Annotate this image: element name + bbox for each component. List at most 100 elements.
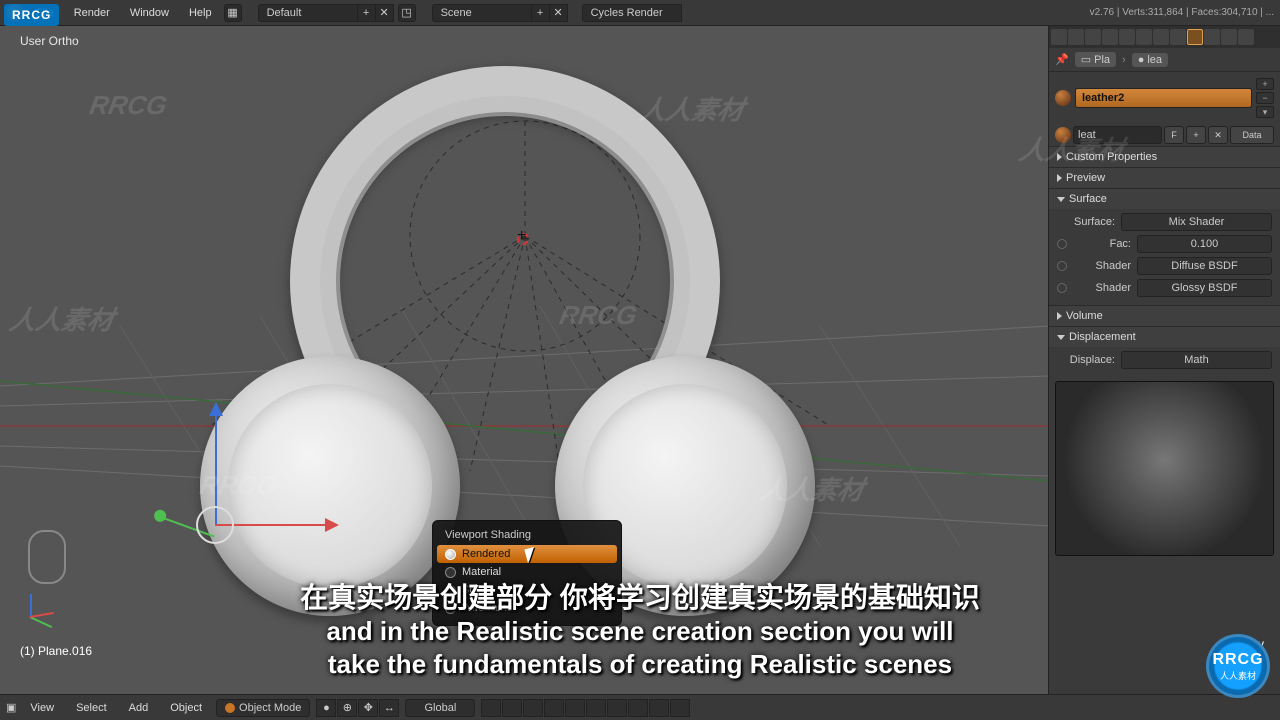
fac-value-field[interactable]: 0.100 xyxy=(1137,235,1272,253)
layer-button[interactable] xyxy=(523,699,543,717)
prop-tab-data-icon[interactable] xyxy=(1170,29,1186,45)
section-surface-header[interactable]: Surface xyxy=(1049,189,1280,209)
section-title: Displacement xyxy=(1069,331,1136,343)
input-socket-icon[interactable] xyxy=(1057,261,1067,271)
shading-option-wireframe[interactable]: Wireframe xyxy=(437,599,617,617)
prop-tab-object-icon[interactable] xyxy=(1119,29,1135,45)
menu-object[interactable]: Object xyxy=(162,702,210,714)
pin-icon[interactable]: 📌 xyxy=(1055,53,1069,66)
section-title: Surface xyxy=(1069,193,1107,205)
manipulator-toggle-icon[interactable]: ✥ xyxy=(358,699,378,717)
menu-select[interactable]: Select xyxy=(68,702,115,714)
layer-button[interactable] xyxy=(544,699,564,717)
displace-selector[interactable]: Math xyxy=(1121,351,1272,369)
section-volume[interactable]: Volume xyxy=(1049,305,1280,326)
prop-tab-texture-icon[interactable] xyxy=(1204,29,1220,45)
properties-tab-strip[interactable] xyxy=(1049,26,1280,48)
layer-button[interactable] xyxy=(670,699,690,717)
object-mode-icon xyxy=(225,703,235,713)
material-unlink[interactable]: ✕ xyxy=(1208,126,1228,144)
prop-tab-layers-icon[interactable] xyxy=(1068,29,1084,45)
screen-layout-selector[interactable]: Default + ✕ xyxy=(258,4,394,22)
properties-panel: 📌 ▭ Pla › ● lea leather2 + − ▾ leat F + … xyxy=(1048,26,1280,694)
shader1-label: Shader xyxy=(1073,260,1131,272)
menu-render[interactable]: Render xyxy=(66,7,118,19)
viewport-header: ▣ View Select Add Object Object Mode ● ⊕… xyxy=(0,694,1280,720)
mouse-cursor-icon xyxy=(526,548,540,566)
input-socket-icon[interactable] xyxy=(1057,239,1067,249)
pivot-icon[interactable]: ⊕ xyxy=(337,699,357,717)
corner-logo-text: RRCG xyxy=(1212,651,1263,669)
shader1-selector[interactable]: Diffuse BSDF xyxy=(1137,257,1272,275)
prop-tab-scene-icon[interactable] xyxy=(1085,29,1101,45)
layer-button[interactable] xyxy=(481,699,501,717)
scene-icon[interactable]: ◳ xyxy=(398,4,416,22)
shading-option-label: Wireframe xyxy=(462,602,513,614)
prop-tab-physics-icon[interactable] xyxy=(1238,29,1254,45)
screen-layout-icon[interactable]: ▦ xyxy=(224,4,242,22)
breadcrumb-material[interactable]: ● lea xyxy=(1132,53,1168,67)
shading-option-label: Rendered xyxy=(462,548,510,560)
material-fake-user[interactable]: F xyxy=(1164,126,1184,144)
viewport-shading-menu[interactable]: Viewport Shading Rendered Material Solid… xyxy=(432,520,622,626)
section-displacement: Displacement Displace: Math xyxy=(1049,326,1280,377)
section-preview[interactable]: Preview xyxy=(1049,167,1280,188)
shading-pivot-icons[interactable]: ● ⊕ ✥ ↔ xyxy=(316,699,399,717)
shading-mode-icon[interactable]: ● xyxy=(316,699,336,717)
screen-layout-field[interactable]: Default xyxy=(258,4,358,22)
manipulator-translate-icon[interactable]: ↔ xyxy=(379,699,399,717)
editor-type-icon[interactable]: ▣ xyxy=(6,701,16,714)
section-displacement-header[interactable]: Displacement xyxy=(1049,327,1280,347)
material-icon[interactable] xyxy=(1055,127,1071,143)
material-slot-menu[interactable]: ▾ xyxy=(1256,106,1274,118)
shading-option-label: Material xyxy=(462,566,501,578)
shading-option-solid[interactable]: Solid xyxy=(437,581,617,599)
material-slot-remove[interactable]: − xyxy=(1256,92,1274,104)
material-preview-icon xyxy=(1055,90,1071,106)
breadcrumb-object[interactable]: ▭ Pla xyxy=(1075,52,1116,67)
layer-button[interactable] xyxy=(649,699,669,717)
layer-button[interactable] xyxy=(607,699,627,717)
screen-layout-add[interactable]: + xyxy=(358,4,376,22)
prop-tab-material-icon[interactable] xyxy=(1187,29,1203,45)
input-socket-icon[interactable] xyxy=(1057,283,1067,293)
prop-tab-render-icon[interactable] xyxy=(1051,29,1067,45)
screen-layout-remove[interactable]: ✕ xyxy=(376,4,394,22)
layer-button[interactable] xyxy=(628,699,648,717)
material-slot-add[interactable]: + xyxy=(1256,78,1274,90)
3d-viewport[interactable]: User Ortho (1) Plane.016 Viewport Shadin… xyxy=(0,26,1048,694)
scene-selector[interactable]: Scene + ✕ xyxy=(432,4,568,22)
menu-help[interactable]: Help xyxy=(181,7,220,19)
prop-tab-world-icon[interactable] xyxy=(1102,29,1118,45)
layer-button[interactable] xyxy=(565,699,585,717)
layer-button[interactable] xyxy=(586,699,606,717)
menu-add[interactable]: Add xyxy=(121,702,157,714)
material-link-selector[interactable]: Data xyxy=(1230,126,1274,144)
material-slot-list[interactable]: leather2 + − ▾ xyxy=(1055,78,1274,118)
section-surface: Surface Surface: Mix Shader Fac: 0.100 S… xyxy=(1049,188,1280,305)
engine-field[interactable]: Cycles Render xyxy=(582,4,682,22)
material-name-field[interactable]: leat xyxy=(1073,126,1162,144)
prop-tab-constraints-icon[interactable] xyxy=(1136,29,1152,45)
gizmo-center-circle[interactable] xyxy=(196,506,234,544)
scene-remove[interactable]: ✕ xyxy=(550,4,568,22)
material-new[interactable]: + xyxy=(1186,126,1206,144)
section-custom-properties[interactable]: Custom Properties xyxy=(1049,146,1280,167)
material-slot-active[interactable]: leather2 xyxy=(1075,88,1252,108)
scene-add[interactable]: + xyxy=(532,4,550,22)
menu-view[interactable]: View xyxy=(22,702,62,714)
surface-shader-selector[interactable]: Mix Shader xyxy=(1121,213,1272,231)
engine-selector[interactable]: Cycles Render xyxy=(582,4,682,22)
section-title: Preview xyxy=(1066,172,1105,184)
prop-tab-particles-icon[interactable] xyxy=(1221,29,1237,45)
menu-window[interactable]: Window xyxy=(122,7,177,19)
layer-button[interactable] xyxy=(502,699,522,717)
breadcrumb-material-label: lea xyxy=(1147,54,1162,66)
orientation-selector[interactable]: Global xyxy=(405,699,475,717)
scene-field[interactable]: Scene xyxy=(432,4,532,22)
shader2-selector[interactable]: Glossy BSDF xyxy=(1137,279,1272,297)
shader2-label: Shader xyxy=(1073,282,1131,294)
prop-tab-modifiers-icon[interactable] xyxy=(1153,29,1169,45)
mode-selector[interactable]: Object Mode xyxy=(216,699,310,717)
layer-buttons[interactable] xyxy=(481,699,690,717)
